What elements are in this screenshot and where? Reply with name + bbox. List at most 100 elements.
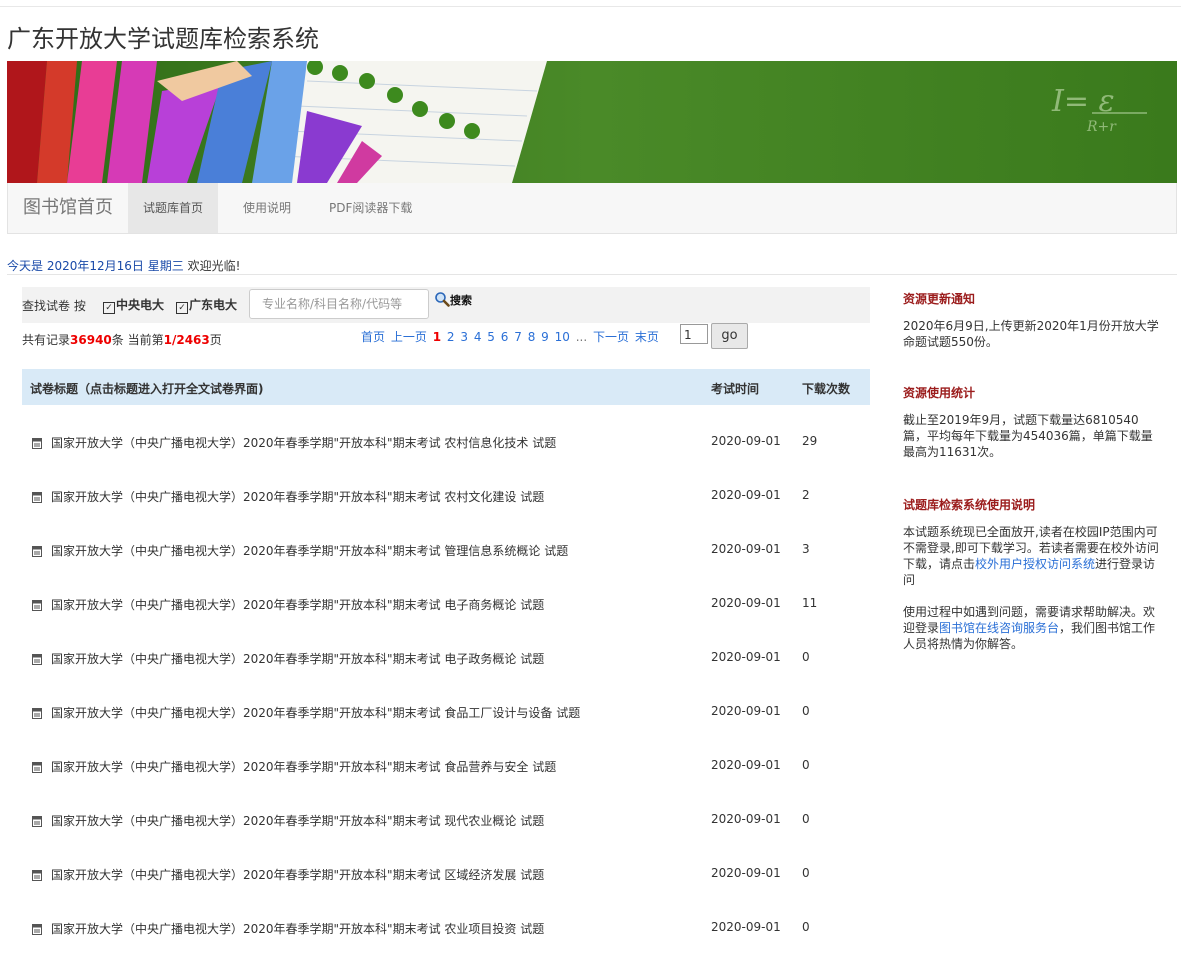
- document-icon: [32, 546, 42, 557]
- exam-date: 2020-09-01: [711, 596, 781, 610]
- pager-page[interactable]: 10: [555, 330, 570, 344]
- table-row: 国家开放大学（中央广播电视大学）2020年春季学期"开放本科"期末考试 农村文化…: [22, 467, 870, 521]
- help-title: 试题库检索系统使用说明: [903, 498, 1036, 512]
- download-count: 29: [802, 434, 818, 448]
- date-prefix: 今天是: [7, 259, 44, 273]
- search-bar: 查找试卷 按 ✓ 中央电大 ✓ 广东电大 专业名称/科目名称/代码等 搜索: [22, 287, 870, 323]
- paper-title-link[interactable]: 国家开放大学（中央广播电视大学）2020年春季学期"开放本科"期末考试 管理信息…: [51, 542, 568, 559]
- download-count: 0: [802, 758, 810, 772]
- table-row: 国家开放大学（中央广播电视大学）2020年春季学期"开放本科"期末考试 食品营养…: [22, 737, 870, 791]
- offcampus-auth-link[interactable]: 校外用户授权访问系统: [975, 557, 1095, 571]
- date-value: 2020年12月16日: [46, 259, 144, 273]
- pager-page[interactable]: 2: [447, 330, 455, 344]
- pager-page[interactable]: 1: [433, 330, 441, 344]
- exam-date: 2020-09-01: [711, 812, 781, 826]
- exam-date: 2020-09-01: [711, 542, 781, 556]
- page-number-input[interactable]: 1: [680, 324, 708, 344]
- paper-title-link[interactable]: 国家开放大学（中央广播电视大学）2020年春季学期"开放本科"期末考试 电子政务…: [51, 650, 544, 667]
- paper-title-link[interactable]: 国家开放大学（中央广播电视大学）2020年春季学期"开放本科"期末考试 现代农业…: [51, 812, 544, 829]
- search-button[interactable]: 搜索: [434, 291, 472, 308]
- weekday-value: 星期三: [147, 259, 184, 273]
- document-icon: [32, 816, 42, 827]
- current-page: 1: [163, 333, 172, 347]
- document-icon: [32, 600, 42, 611]
- search-input[interactable]: 专业名称/科目名称/代码等: [249, 289, 429, 319]
- exam-date: 2020-09-01: [711, 920, 781, 934]
- help-paragraph-2: 使用过程中如遇到问题，需要请求帮助解决。欢迎登录图书馆在线咨询服务台，我们图书馆…: [903, 605, 1156, 651]
- go-button[interactable]: go: [711, 323, 748, 349]
- exam-date: 2020-09-01: [711, 488, 781, 502]
- banner-image: I= ε R+r: [7, 61, 1177, 183]
- download-count: 0: [802, 704, 810, 718]
- paper-title-link[interactable]: 国家开放大学（中央广播电视大学）2020年春季学期"开放本科"期末考试 食品营养…: [51, 758, 556, 775]
- download-count: 0: [802, 866, 810, 880]
- pager-page[interactable]: 3: [460, 330, 468, 344]
- checkbox-guangdong-tvu[interactable]: ✓ 广东电大: [176, 296, 237, 314]
- exam-date: 2020-09-01: [711, 704, 781, 718]
- document-icon: [32, 870, 42, 881]
- table-row: 国家开放大学（中央广播电视大学）2020年春季学期"开放本科"期末考试 农业项目…: [22, 899, 870, 953]
- nav-pdf-reader-download[interactable]: PDF阅读器下载: [314, 183, 427, 233]
- download-count: 0: [802, 812, 810, 826]
- notice-title: 资源更新通知: [903, 292, 976, 306]
- document-icon: [32, 654, 42, 665]
- online-consult-link[interactable]: 图书馆在线咨询服务台: [939, 621, 1059, 635]
- nav-library-home[interactable]: 图书馆首页: [8, 183, 128, 233]
- table-row: 国家开放大学（中央广播电视大学）2020年春季学期"开放本科"期末考试 电子政务…: [22, 629, 870, 683]
- exam-date: 2020-09-01: [711, 758, 781, 772]
- search-icon: [435, 292, 450, 307]
- record-info: 共有记录36940条 当前第1/2463页: [22, 333, 222, 347]
- stats-title: 资源使用统计: [903, 386, 976, 400]
- pager-ellipsis: ...: [575, 330, 588, 344]
- checkbox-icon: ✓: [176, 302, 188, 314]
- document-icon: [32, 438, 42, 449]
- pager-page[interactable]: 5: [487, 330, 495, 344]
- help-paragraph-1: 本试题系统现已全面放开,读者在校园IP范围内可不需登录,即可下载学习。若读者需要…: [903, 525, 1159, 587]
- svg-text:R+r: R+r: [1086, 119, 1117, 135]
- paper-title-link[interactable]: 国家开放大学（中央广播电视大学）2020年春季学期"开放本科"期末考试 农业项目…: [51, 920, 544, 937]
- table-row: 国家开放大学（中央广播电视大学）2020年春季学期"开放本科"期末考试 现代农业…: [22, 791, 870, 845]
- nav-instructions[interactable]: 使用说明: [228, 183, 306, 233]
- date-line: 今天是 2020年12月16日 星期三 欢迎光临!: [7, 257, 240, 274]
- paper-title-link[interactable]: 国家开放大学（中央广播电视大学）2020年春季学期"开放本科"期末考试 农村信息…: [51, 434, 556, 451]
- document-icon: [32, 492, 42, 503]
- stats-text: 截止至2019年9月，试题下载量达6810540篇，平均每年下载量为454036…: [903, 413, 1153, 459]
- pager-last[interactable]: 末页: [635, 330, 659, 344]
- document-icon: [32, 708, 42, 719]
- col-downloads: 下载次数: [802, 382, 851, 396]
- table-row: 国家开放大学（中央广播电视大学）2020年春季学期"开放本科"期末考试 区域经济…: [22, 845, 870, 899]
- pager-next[interactable]: 下一页: [593, 330, 629, 344]
- pager-page[interactable]: 4: [474, 330, 482, 344]
- col-title: 试卷标题（点击标题进入打开全文试卷界面): [30, 382, 264, 396]
- download-count: 11: [802, 596, 818, 610]
- col-exam-date: 考试时间: [711, 382, 760, 396]
- navbar: 图书馆首页 试题库首页 使用说明 PDF阅读器下载: [7, 183, 1177, 234]
- nav-question-bank-home[interactable]: 试题库首页: [128, 183, 219, 233]
- paper-title-link[interactable]: 国家开放大学（中央广播电视大学）2020年春季学期"开放本科"期末考试 区域经济…: [51, 866, 544, 883]
- table-row: 国家开放大学（中央广播电视大学）2020年春季学期"开放本科"期末考试 电子商务…: [22, 575, 870, 629]
- record-total: 36940: [70, 333, 112, 347]
- welcome-text: 欢迎光临!: [187, 259, 241, 273]
- document-icon: [32, 762, 42, 773]
- exam-date: 2020-09-01: [711, 650, 781, 664]
- pager-first[interactable]: 首页: [361, 330, 385, 344]
- paper-title-link[interactable]: 国家开放大学（中央广播电视大学）2020年春季学期"开放本科"期末考试 农村文化…: [51, 488, 544, 505]
- pager-page[interactable]: 7: [514, 330, 522, 344]
- exam-date: 2020-09-01: [711, 434, 781, 448]
- pager-page[interactable]: 8: [528, 330, 536, 344]
- pager-prev[interactable]: 上一页: [391, 330, 427, 344]
- pager-page[interactable]: 9: [541, 330, 549, 344]
- table-header: 试卷标题（点击标题进入打开全文试卷界面) 考试时间 下载次数: [22, 369, 870, 405]
- pager-page[interactable]: 6: [501, 330, 509, 344]
- exam-date: 2020-09-01: [711, 866, 781, 880]
- download-count: 0: [802, 650, 810, 664]
- checkbox-central-tvu[interactable]: ✓ 中央电大: [103, 296, 164, 314]
- download-count: 3: [802, 542, 810, 556]
- paper-title-link[interactable]: 国家开放大学（中央广播电视大学）2020年春季学期"开放本科"期末考试 电子商务…: [51, 596, 544, 613]
- document-icon: [32, 924, 42, 935]
- divider: [7, 274, 1177, 275]
- paper-title-link[interactable]: 国家开放大学（中央广播电视大学）2020年春季学期"开放本科"期末考试 食品工厂…: [51, 704, 580, 721]
- table-row: 国家开放大学（中央广播电视大学）2020年春季学期"开放本科"期末考试 农村信息…: [22, 413, 870, 467]
- checkbox-icon: ✓: [103, 302, 115, 314]
- top-border: [0, 0, 1181, 7]
